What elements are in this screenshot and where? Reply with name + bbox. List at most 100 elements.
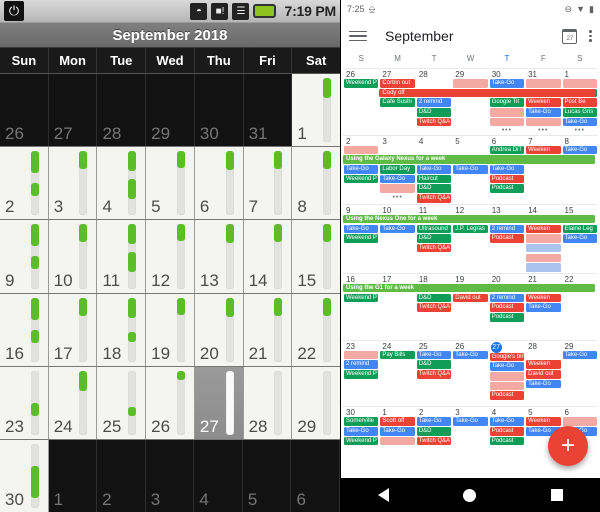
event-chip[interactable]: David out [526,370,561,379]
event-chip[interactable] [526,234,561,243]
day-cell-15[interactable]: 15 [292,220,340,293]
multi-day-event-banner[interactable]: Using the G1 for a week [343,283,595,293]
create-event-fab[interactable]: + [548,426,588,466]
day-cell-19[interactable]: 19 [146,293,195,366]
event-chip[interactable]: Podcast [489,391,525,400]
event-chip[interactable]: Take-Go [526,303,561,312]
event-chip[interactable]: Take-Go [489,417,525,426]
day-cell-29[interactable]: 29 [292,366,340,439]
event-chip[interactable]: Podcast [489,436,525,446]
event-chip[interactable]: Take-Go [489,79,525,88]
day-cell-8[interactable]: 8 [292,147,340,220]
event-chip[interactable]: 2 remind [344,360,379,369]
day-cell-27[interactable]: 27Corbin outScott off (1Cafe Sushi [379,69,415,135]
event-chip[interactable]: Podcast [489,234,525,243]
day-cell-27[interactable]: 27 [194,366,244,439]
day-cell-18[interactable]: 18 [97,293,147,366]
day-cell-26[interactable]: 26 Weekend P [343,69,379,135]
event-chip[interactable]: Twitch Q&A [416,436,452,446]
day-cell-11[interactable]: 11 [97,220,147,293]
event-chip[interactable]: D&D [416,184,452,193]
day-cell-24[interactable]: 24 Pay Bills [379,341,415,407]
day-cell-7[interactable]: 7 [243,147,293,220]
event-chip[interactable]: Take-Go [380,174,415,184]
day-cell-25[interactable]: 25 [97,366,147,439]
event-chip[interactable]: Take-Go [562,350,597,360]
day-cell-1[interactable]: 1 [292,74,340,147]
event-chip[interactable]: Weeken [526,98,561,107]
event-chip[interactable]: Haircut [416,174,452,184]
day-cell-5[interactable]: 5 Take-Go [452,136,488,204]
event-chip[interactable]: Take-Go [453,417,488,426]
event-chip[interactable]: J.P. Legras [453,224,488,233]
day-cell-28[interactable]: 28 [97,74,147,147]
day-cell-27[interactable]: 27Google's birthday (199Take-Go Podcast [489,341,525,407]
day-cell-8[interactable]: 8 Take-Go [562,136,598,204]
event-chip[interactable]: D&D [416,234,452,243]
event-chip[interactable]: Take-Go [562,145,597,155]
day-cell-1[interactable]: 1 [48,439,98,512]
day-cell-5[interactable]: 5 [146,147,195,220]
day-cell-2[interactable]: 2 Take-Go Weekend P [343,136,379,204]
day-cell-26[interactable]: 26 [146,366,195,439]
event-chip[interactable]: Post Be [562,98,597,107]
event-chip[interactable]: Twitch Q&A [416,194,452,203]
event-chip[interactable] [453,79,488,88]
event-chip[interactable] [562,79,597,88]
home-button[interactable] [463,488,477,502]
event-chip[interactable]: Podcast [489,303,525,312]
event-chip[interactable]: Twitch Q&A [416,370,452,379]
day-cell-2[interactable]: 2 Take-Go D&D Twitch Q&A [416,407,452,473]
event-chip[interactable]: Take-Go [489,362,525,371]
event-chip[interactable]: Podcast [489,427,525,436]
event-chip[interactable]: Lucas Gris [562,108,597,117]
event-chip[interactable]: Take-Go [416,350,452,360]
event-chip[interactable]: Andrea DiT [489,145,525,155]
calendar-today-icon[interactable]: 27 [562,28,578,44]
multi-day-event-banner[interactable]: Using the Nexus One for a week [343,214,595,224]
day-cell-29[interactable]: 29 Take-Go [562,341,598,407]
event-chip[interactable]: Take-Go [380,427,415,436]
event-chip[interactable]: 2 remind [489,293,525,303]
day-cell-23[interactable]: 23 2 remind Weekend P [343,341,379,407]
day-cell-30[interactable]: 30 [194,74,244,147]
day-cell-28[interactable]: 28 Weeken David out Take-Go [525,341,561,407]
day-cell-30[interactable]: 30 Somerville Take-Go Weekend P [343,407,379,473]
day-cell-26[interactable]: 26 Take-Go [452,341,488,407]
event-chip[interactable] [526,79,561,88]
event-chip[interactable]: Weekend P [344,436,379,446]
event-chip[interactable]: Take-Go [526,379,561,389]
back-button[interactable] [378,488,390,502]
event-chip[interactable] [344,145,379,155]
day-cell-6[interactable]: 6 [194,147,244,220]
day-cell-4[interactable]: 4 [194,439,243,512]
event-chip[interactable]: Take-Go [453,165,488,174]
event-chip[interactable] [344,350,379,360]
event-chip[interactable] [380,436,415,446]
day-cell-25[interactable]: 25 Take-Go D&D Twitch Q&A [416,341,452,407]
event-chip[interactable]: Podcast [489,184,525,193]
event-chip[interactable]: Scott off [380,417,415,426]
day-cell-1[interactable]: 1Pay StatePost BeLucas GrisTake-Go••• [562,69,598,135]
event-chip[interactable]: Weeken [526,417,561,426]
day-cell-30[interactable]: 30 Take-Go Google Tit ••• [489,69,525,135]
event-chip[interactable]: Take-Go [344,165,379,174]
day-cell-26[interactable]: 26 [0,74,49,147]
day-cell-3[interactable]: 3 [145,439,195,512]
event-chip[interactable]: Take-Go [416,165,452,174]
event-chip[interactable]: Corbin out [380,79,415,88]
event-chip[interactable]: Google's birthday (199 [489,352,525,362]
event-chip[interactable]: Take-Go [344,224,379,233]
day-cell-9[interactable]: 9 [0,220,49,293]
event-chip[interactable]: D&D [416,360,452,369]
day-cell-10[interactable]: 10 [48,220,98,293]
event-chip[interactable]: Take-Go [416,417,452,426]
event-chip[interactable]: Pay Bills [380,350,415,360]
event-chip[interactable]: Take-Go [453,350,488,360]
event-chip[interactable]: Weekend P [344,79,379,88]
hamburger-menu-icon[interactable] [349,30,367,42]
event-chip[interactable]: Cafe Sushi [380,98,415,107]
event-chip[interactable]: Weeken [526,360,561,369]
event-chip[interactable]: Twitch Q&A [416,303,452,312]
event-chip[interactable]: Weekend P [344,293,379,303]
